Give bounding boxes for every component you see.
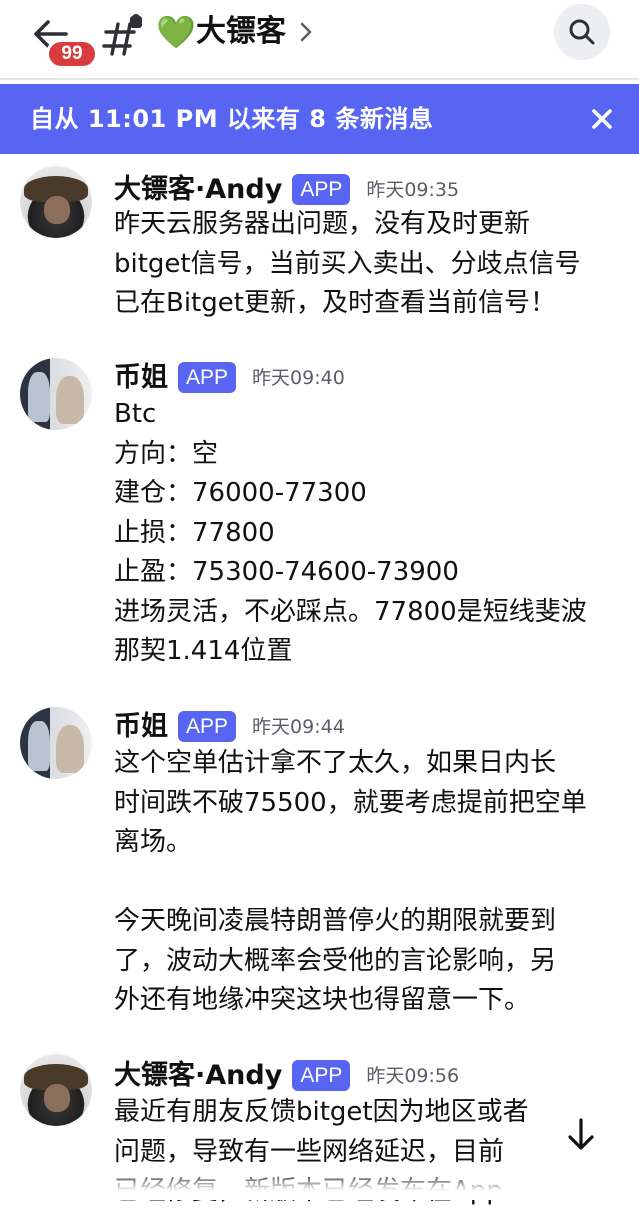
message-line: bitget信号，当前买入卖出、分歧点信号 <box>114 248 581 279</box>
hashtag-channel-icon <box>102 14 146 58</box>
message-line: 昨天云服务器出问题，没有及时更新 <box>114 209 531 239</box>
chevron-right-icon[interactable] <box>298 18 316 46</box>
message-timestamp: 昨天09:44 <box>252 716 345 738</box>
message-line: 这个空单估计拿不了太久，如果日内长 <box>114 748 557 778</box>
message[interactable]: 币姐 APP 昨天09:40 Btc 方向：空 建仓：76000-77300 止损：… <box>0 358 639 678</box>
message-line: 离场。 <box>114 827 193 857</box>
message-line: 建仓：76000-77300 <box>114 478 367 508</box>
message[interactable]: 大镖客·Andy APP 昨天09:35 昨天云服务器出问题，没有及时更新 bitg… <box>0 166 639 318</box>
message-line: 时间跌不破75500，就要考虑提前把空单 <box>114 787 587 818</box>
message-author[interactable]: 币姐 <box>114 707 168 747</box>
avatar[interactable] <box>20 166 92 238</box>
search-button[interactable] <box>554 4 610 60</box>
message-line: 了，波动大概率会受他的言论影响，另 <box>114 945 557 976</box>
message-line: 外还有地缘冲突这块也得留意一下。 <box>114 985 531 1015</box>
message-author[interactable]: 大镖客·Andy <box>114 170 282 210</box>
new-messages-text: 自从 11:01 PM 以来有 8 条新消息 <box>30 105 434 133</box>
avatar[interactable] <box>20 707 92 779</box>
message-line: 进场灵活，不必踩点。77800是短线斐波 <box>114 596 587 627</box>
message-timestamp: 昨天09:35 <box>366 179 460 201</box>
message-content: Btc 方向：空 建仓：76000-77300 止损：77800 止盈：7530… <box>114 395 624 672</box>
app-tag: APP <box>292 1060 351 1091</box>
channel-emoji: 💚 <box>156 13 196 51</box>
message-author[interactable]: 大镖客·Andy <box>114 1056 282 1096</box>
unread-badge: 99 <box>46 39 98 69</box>
bottom-fade <box>0 1170 639 1200</box>
message-content: 这个空单估计拿不了太久，如果日内长 时间跌不破75500，就要考虑提前把空单 离… <box>114 744 624 1021</box>
close-icon[interactable] <box>586 103 618 135</box>
app-tag: APP <box>292 174 351 205</box>
message-author[interactable]: 币姐 <box>114 358 168 398</box>
message-timestamp: 昨天09:56 <box>366 1065 460 1087</box>
avatar[interactable] <box>20 1054 92 1126</box>
message-content: 昨天云服务器出问题，没有及时更新 bitget信号，当前买入卖出、分歧点信号 已… <box>114 205 624 324</box>
jump-to-bottom-button[interactable] <box>552 1106 610 1164</box>
message-line: 最近有朋友反馈bitget因为地区或者 <box>114 1097 529 1127</box>
app-tag: APP <box>178 362 237 393</box>
message-line: 止损：77800 <box>114 517 275 548</box>
message-line: 问题，导致有一些网络延迟，目前 <box>114 1136 505 1167</box>
app-tag: APP <box>178 711 237 742</box>
message-line <box>114 863 624 903</box>
avatar[interactable] <box>20 358 92 430</box>
message-line: 方向：空 <box>114 438 219 469</box>
channel-name[interactable]: 大镖客 <box>196 12 286 52</box>
arrow-down-icon <box>555 1109 607 1161</box>
message-timestamp: 昨天09:40 <box>252 367 345 389</box>
message-line: Btc <box>114 399 157 429</box>
message-line: 止盈：75300-74600-73900 <box>114 557 459 587</box>
channel-header: 99 💚 大镖客 <box>0 0 639 80</box>
message-line: 已在Bitget更新，及时查看当前信号！ <box>114 288 556 318</box>
message-line: 那契1.414位置 <box>114 636 293 666</box>
new-messages-bar[interactable]: 自从 11:01 PM 以来有 8 条新消息 <box>0 84 639 154</box>
message-line: 今天晚间凌晨特朗普停火的期限就要到 <box>114 906 557 936</box>
search-icon <box>569 19 595 45</box>
message[interactable]: 币姐 APP 昨天09:44 这个空单估计拿不了太久，如果日内长 时间跌不破7550… <box>0 707 639 1027</box>
